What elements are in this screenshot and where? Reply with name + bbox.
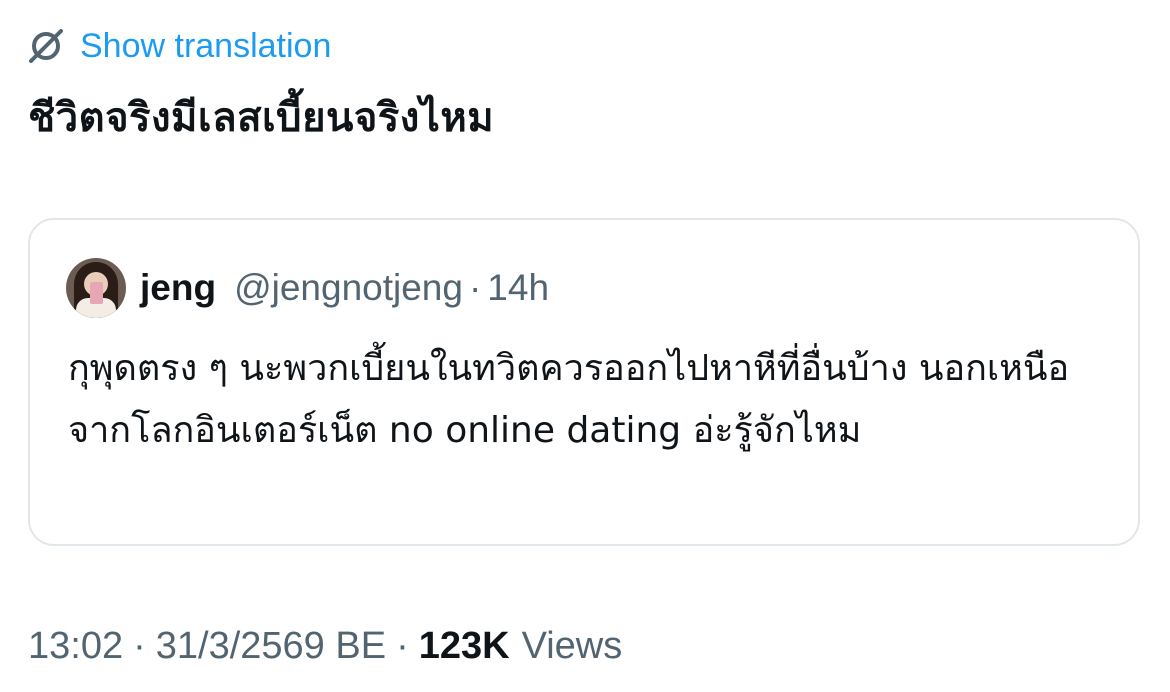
tweet-text: ชีวิตจริงมีเลสเบี้ยนจริงไหม	[28, 95, 495, 141]
avatar[interactable]	[66, 258, 126, 318]
separator-dot: ·	[396, 624, 409, 667]
views-label: Views	[521, 624, 623, 667]
translate-globe-icon	[29, 29, 63, 63]
separator-dot: ·	[133, 624, 146, 667]
show-translation-label: Show translation	[80, 26, 332, 65]
quoted-user-name[interactable]: jeng	[140, 267, 216, 309]
quoted-tweet-text: กุพุดตรง ๆ นะพวกเบี้ยนในทวิตควรออกไปหาหี…	[68, 348, 1070, 451]
tweet-time[interactable]: 13:02	[28, 625, 123, 668]
views-count[interactable]: 123K	[419, 625, 510, 668]
quoted-tweet-card[interactable]: jeng @jengnotjeng · 14h กุพุดตรง ๆ นะพวก…	[28, 218, 1140, 546]
tweet-date[interactable]: 31/3/2569 BE	[156, 625, 386, 668]
quoted-tweet-header: jeng @jengnotjeng · 14h	[66, 256, 549, 320]
quoted-user-handle[interactable]: @jengnotjeng	[234, 267, 463, 309]
tweet-meta: 13:02 · 31/3/2569 BE · 123K Views	[28, 618, 622, 674]
separator-dot: ·	[468, 267, 482, 308]
quoted-tweet-time[interactable]: 14h	[487, 267, 549, 309]
show-translation-button[interactable]: Show translation	[26, 24, 331, 68]
